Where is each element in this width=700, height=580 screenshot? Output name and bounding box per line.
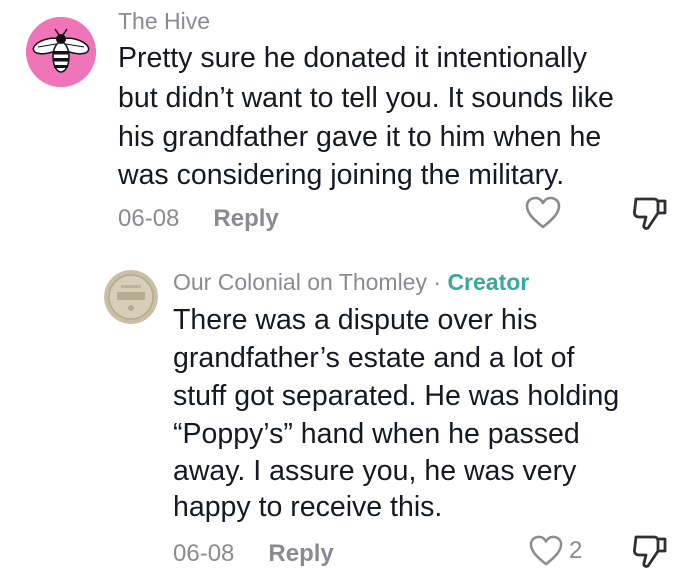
username[interactable]: Our Colonial on Thomley · Creator [173, 269, 529, 296]
comment-line: stuff got separated. He was holding [173, 380, 620, 412]
comment-line: There was a dispute over his [173, 304, 538, 336]
bee-icon [26, 17, 96, 87]
heart-icon [529, 535, 563, 566]
creator-badge: Creator [447, 269, 530, 295]
comment-line: “Poppy’s” hand when he passed [173, 418, 580, 450]
comment-meta: 06-08 Reply [173, 540, 334, 568]
comment-date: 06-08 [173, 540, 235, 567]
avatar[interactable] [26, 17, 96, 87]
coin-avatar-icon [104, 270, 158, 324]
like-button[interactable]: 2 [529, 535, 582, 567]
avatar[interactable] [104, 270, 158, 324]
like-button[interactable] [525, 196, 561, 230]
comment-2: Our Colonial on Thomley · Creator There … [0, 250, 700, 580]
dislike-button[interactable] [632, 533, 668, 569]
reply-button[interactable]: Reply [213, 205, 278, 233]
comment-date: 06-08 [118, 205, 180, 232]
comment-line: grandfather’s estate and a lot of [173, 342, 575, 374]
thumbs-down-icon [633, 197, 667, 230]
comment-line: Pretty sure he donated it intentionally [118, 42, 587, 74]
like-count: 2 [569, 537, 583, 564]
comment-line: his grandfather gave it to him when he [118, 121, 602, 153]
comment-meta: 06-08 Reply [118, 205, 279, 233]
heart-icon [525, 196, 561, 229]
dislike-button[interactable] [632, 195, 668, 231]
username[interactable]: The Hive [118, 8, 210, 35]
reply-button[interactable]: Reply [268, 540, 333, 568]
comment-line: happy to receive this. [173, 491, 443, 523]
comment-line: away. I assure you, he was very [173, 455, 577, 487]
comment-line: was considering joining the military. [118, 159, 565, 191]
separator-dot: · [433, 269, 442, 295]
thumbs-down-icon [633, 535, 667, 568]
comment-line: but didn’t want to tell you. It sounds l… [118, 82, 614, 114]
comment-1: The Hive Pretty sure he donated it inten… [0, 0, 700, 240]
